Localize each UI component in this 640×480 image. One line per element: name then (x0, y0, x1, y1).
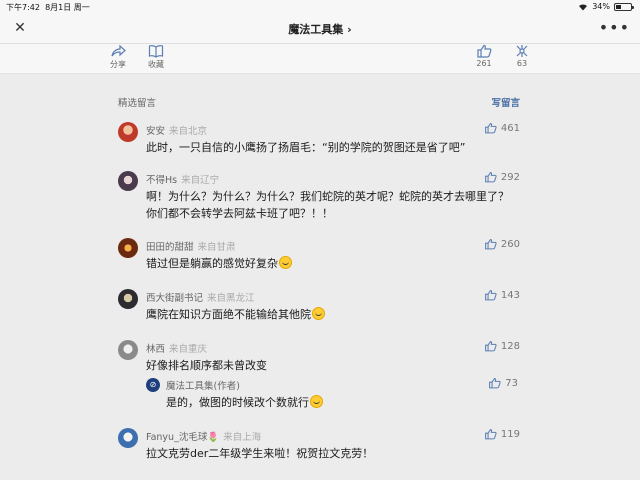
comment-author[interactable]: 林西 来自重庆 (146, 341, 207, 355)
share-button[interactable]: 分享 (98, 44, 138, 70)
like-count: 119 (500, 428, 520, 440)
facepalm-emoji-icon (312, 307, 325, 320)
nav-bar: ✕ 魔法工具集 › ••• (0, 14, 640, 44)
avatar[interactable] (118, 238, 138, 258)
comment-text: 此时，一只自信的小鹰扬了扬眉毛：“别的学院的贺图还是省了吧” (146, 141, 466, 154)
status-right: 34% (578, 2, 634, 11)
comment-like-button[interactable]: 119 (484, 428, 520, 440)
flower-icon (516, 45, 528, 57)
thumbs-up-icon (489, 378, 501, 389)
author-avatar[interactable]: ⊘ (146, 378, 160, 392)
facepalm-emoji-icon (310, 395, 323, 408)
comment-author[interactable]: 田田的甜甜 来自甘肃 (146, 239, 236, 253)
avatar[interactable] (118, 340, 138, 360)
comment-like-button[interactable]: 292 (484, 171, 520, 183)
comment-text: 鹰院在知识方面绝不能输给其他院 (146, 306, 518, 323)
comment-author[interactable]: Fanyu_沈毛球🌷 来自上海 (146, 429, 261, 443)
thumbs-up-icon (485, 239, 497, 250)
like-count: 260 (500, 238, 520, 250)
battery-percent: 34% (592, 2, 610, 11)
status-time: 下午7:42 8月1日 周一 (6, 3, 90, 12)
thumbs-up-icon (485, 290, 497, 301)
favorite-label: 收藏 (148, 60, 164, 69)
comment-text: 错过但是躺赢的感觉好复杂 (146, 255, 518, 272)
comment-like-button[interactable]: 461 (484, 122, 520, 134)
reply-author[interactable]: 魔法工具集(作者) (166, 378, 240, 392)
avatar[interactable] (118, 122, 138, 142)
facepalm-emoji-icon (279, 256, 292, 269)
thumbs-up-icon (485, 172, 497, 183)
comment-author[interactable]: 西大街副书记 来自黑龙江 (146, 290, 255, 304)
comment-like-button[interactable]: 260 (484, 238, 520, 250)
write-comment-button[interactable]: 写留言 (491, 95, 520, 109)
reply-like-button[interactable]: 73 (488, 377, 518, 389)
like-count: 128 (500, 340, 520, 352)
thumbs-up-icon (477, 44, 492, 58)
comment-like-button[interactable]: 128 (484, 340, 520, 352)
like-article-count: 261 (476, 59, 492, 68)
status-bar: 下午7:42 8月1日 周一 34% (0, 0, 640, 14)
reply-text: 是的，做图的时候改个数就行 (166, 394, 323, 411)
thumbs-up-icon (485, 123, 497, 134)
battery-fill (616, 4, 621, 9)
avatar[interactable] (118, 171, 138, 191)
like-count: 143 (500, 289, 520, 301)
avatar[interactable] (118, 428, 138, 448)
more-button[interactable]: ••• (599, 18, 630, 37)
dislike-article-count: 63 (516, 59, 528, 68)
comment-text: 好像排名顺序都未曾改变 (146, 359, 267, 372)
comment-author[interactable]: 不得Hs 来自辽宁 (146, 172, 219, 186)
like-article-button[interactable]: 261 (464, 44, 504, 68)
share-icon (111, 44, 126, 57)
wifi-icon (579, 3, 588, 11)
reply-like-count: 73 (505, 377, 518, 389)
comment-text: 啊！为什么？为什么？为什么？我们蛇院的英才呢？蛇院的英才去哪里了？你们都不会转学… (146, 190, 509, 220)
comment-author[interactable]: 安安 来自北京 (146, 123, 207, 137)
like-count: 461 (500, 122, 520, 134)
book-icon (148, 45, 164, 58)
comment-text: 拉文克劳der二年级学生来啦！祝贺拉文克劳！ (146, 447, 374, 460)
action-bar: 分享 收藏 261 63 (0, 44, 640, 74)
like-count: 292 (500, 171, 520, 183)
share-label: 分享 (110, 60, 126, 69)
comments-title: 精选留言 (118, 98, 157, 109)
thumbs-up-icon (485, 429, 497, 440)
dislike-article-button[interactable]: 63 (502, 44, 542, 68)
comment-like-button[interactable]: 143 (484, 289, 520, 301)
favorite-button[interactable]: 收藏 (136, 44, 176, 70)
page-title[interactable]: 魔法工具集 › (0, 21, 640, 37)
thumbs-up-icon (485, 341, 497, 352)
avatar[interactable] (118, 289, 138, 309)
comments-header: 精选留言 写留言 (118, 95, 520, 109)
battery-icon (614, 2, 634, 11)
